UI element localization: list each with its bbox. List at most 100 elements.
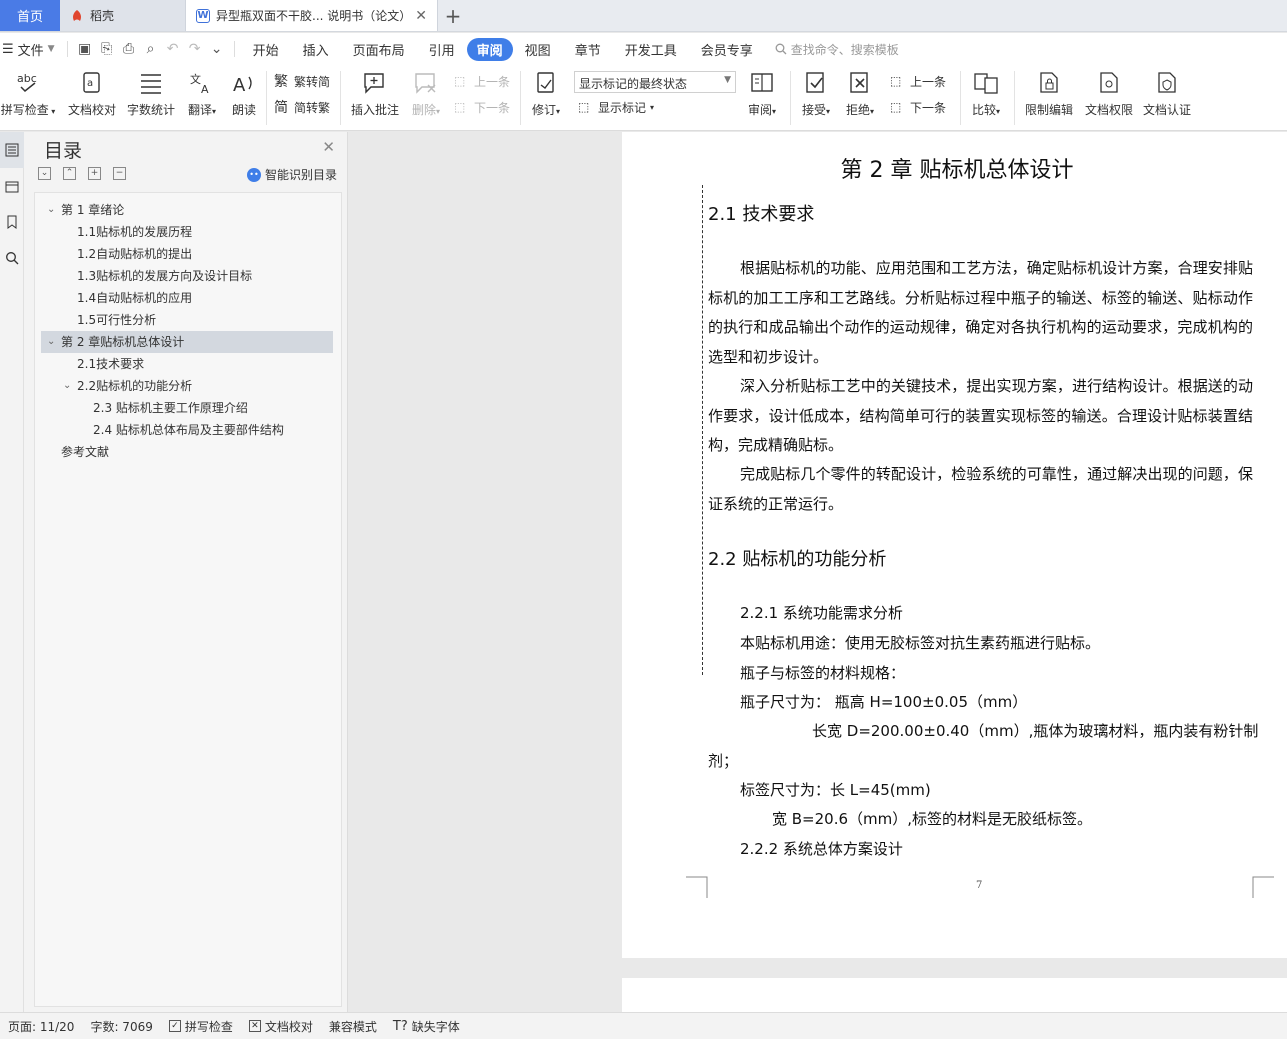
divider	[790, 71, 791, 125]
redo-icon[interactable]: ↷	[184, 41, 206, 57]
chevron-down-icon[interactable]: ⌄	[47, 331, 55, 353]
toc-item[interactable]: 1.2自动贴标机的提出	[35, 243, 341, 265]
markup-state-select[interactable]: 显示标记的最终状态 ▼	[574, 71, 736, 93]
menu-page-layout[interactable]: 页面布局	[341, 37, 417, 62]
prev-comment-button[interactable]: ⬚ 上一条	[454, 73, 510, 90]
accept-button[interactable]: 接受▾	[796, 71, 836, 118]
menu-developer[interactable]: 开发工具	[613, 37, 689, 62]
expand-all-icon[interactable]: ⌄	[38, 167, 51, 180]
next-page[interactable]	[622, 978, 1287, 1012]
page-indicator[interactable]: 页面: 11/20	[0, 1018, 82, 1035]
divider	[520, 71, 521, 125]
remove-level-icon[interactable]: −	[113, 167, 126, 180]
lock-doc-icon	[1040, 72, 1058, 93]
document-page[interactable]: 第 2 章 贴标机总体设计 2.1 技术要求 根据贴标机的功能、应用范围和工艺方…	[622, 132, 1287, 958]
print-icon[interactable]: ⎙	[118, 41, 140, 57]
spellcheck-button[interactable]: abc 拼写检查 ▾	[0, 71, 56, 118]
status-bar: 页面: 11/20 字数: 7069 ✓ 拼写检查 ✕ 文档校对 兼容模式 T?…	[0, 1012, 1287, 1039]
prev-change-button[interactable]: ⬚ 上一条	[890, 73, 946, 90]
divider	[233, 41, 235, 57]
show-markup-button[interactable]: ⬚ 显示标记 ▾	[578, 99, 654, 116]
translate-button[interactable]: 文A 翻译▾	[184, 71, 220, 118]
restrict-edit-button[interactable]: 限制编辑	[1022, 71, 1076, 118]
toc-item-active[interactable]: ⌄ 第 2 章贴标机总体设计	[41, 331, 333, 353]
spellcheck-status[interactable]: ✓ 拼写检查	[161, 1018, 241, 1035]
export-icon[interactable]: ⎘	[96, 41, 118, 57]
toc-item[interactable]: ⌄ 第 1 章绪论	[35, 199, 341, 221]
doc-permission-button[interactable]: 文档权限	[1082, 71, 1136, 118]
toc-item[interactable]: 1.4自动贴标机的应用	[35, 287, 341, 309]
toc-item[interactable]: 1.5可行性分析	[35, 309, 341, 331]
reject-button[interactable]: 拒绝▾	[840, 71, 880, 118]
next-change-button[interactable]: ⬚ 下一条	[890, 99, 946, 116]
bookmark-button[interactable]	[0, 204, 24, 240]
delete-comment-button[interactable]: 删除▾	[406, 71, 446, 118]
to-simplified-button[interactable]: 简 简转繁	[274, 99, 330, 116]
toc-item[interactable]: 1.1贴标机的发展历程	[35, 221, 341, 243]
toc-item-label: 2.1技术要求	[77, 357, 145, 371]
collapse-all-icon[interactable]: ⌃	[63, 167, 76, 180]
proof-status[interactable]: ✕ 文档校对	[241, 1018, 321, 1035]
close-icon[interactable]: ✕	[415, 8, 427, 24]
toc-item[interactable]: ⌄ 2.2贴标机的功能分析	[35, 375, 341, 397]
toc-panel-button[interactable]	[0, 132, 24, 168]
smart-toc-button[interactable]: •• 智能识别目录	[246, 166, 337, 183]
hamburger-icon: ☰	[2, 41, 14, 57]
save-icon[interactable]: ▣	[74, 41, 96, 57]
new-tab-button[interactable]: +	[438, 0, 468, 31]
insert-comment-button[interactable]: 插入批注	[348, 71, 402, 118]
toc-item[interactable]: 1.3贴标机的发展方向及设计目标	[35, 265, 341, 287]
menu-references[interactable]: 引用	[417, 37, 467, 62]
toc-item[interactable]: 2.3 贴标机主要工作原理介绍	[35, 397, 341, 419]
prev-label: 上一条	[474, 75, 511, 89]
next-change-icon: ⬚	[890, 99, 902, 114]
toc-item[interactable]: 2.4 贴标机总体布局及主要部件结构	[35, 419, 341, 441]
menu-start[interactable]: 开始	[241, 37, 291, 62]
close-icon[interactable]: ✕	[322, 138, 335, 156]
file-menu[interactable]: ☰ 文件 ▼	[0, 40, 61, 59]
doc-proof-button[interactable]: a 文档校对	[66, 71, 118, 118]
chapter-heading: 第 2 章 贴标机总体设计	[840, 158, 1074, 183]
tab-home[interactable]: 首页	[0, 0, 60, 31]
restrict-edit-label: 限制编辑	[1024, 103, 1073, 117]
word-count-button[interactable]: 字数统计	[124, 71, 178, 118]
menu-view[interactable]: 视图	[513, 37, 563, 62]
accept-label: 接受	[801, 103, 826, 117]
spellcheck-status-label: 拼写检查	[184, 1019, 233, 1034]
nav-pane-button[interactable]	[0, 168, 24, 204]
customize-icon[interactable]: ⌄	[206, 41, 228, 57]
chevron-down-icon[interactable]: ⌄	[63, 375, 71, 397]
chevron-down-icon[interactable]: ⌄	[47, 199, 55, 221]
missing-font[interactable]: T? 缺失字体	[385, 1018, 468, 1035]
document-canvas[interactable]: 第 2 章 贴标机总体设计 2.1 技术要求 根据贴标机的功能、应用范围和工艺方…	[349, 132, 1287, 1012]
toc-item[interactable]: 2.1技术要求	[35, 353, 341, 375]
toc-title: 目录	[44, 140, 83, 162]
comment-delete-icon	[415, 73, 436, 94]
toc-item[interactable]: 参考文献	[35, 441, 341, 463]
menu-section[interactable]: 章节	[563, 37, 613, 62]
print-preview-icon[interactable]: ⌕	[140, 41, 162, 57]
to-traditional-button[interactable]: 繁 繁转简	[274, 73, 330, 90]
track-changes-button[interactable]: 修订▾	[526, 71, 566, 118]
menu-member[interactable]: 会员专享	[689, 37, 765, 62]
find-button[interactable]	[0, 240, 24, 276]
menu-insert[interactable]: 插入	[291, 37, 341, 62]
undo-icon[interactable]: ↶	[162, 41, 184, 57]
tab-daoke[interactable]: 稻壳	[60, 0, 186, 31]
tab-document[interactable]: W 异型瓶双面不干胶... 说明书（论文） ✕	[186, 0, 438, 31]
doc-cert-button[interactable]: 文档认证	[1140, 71, 1194, 118]
svg-text:A: A	[233, 75, 246, 95]
read-aloud-button[interactable]: A 朗读	[228, 71, 260, 118]
next-comment-button[interactable]: ⬚ 下一条	[454, 99, 510, 116]
compare-button[interactable]: 比较▾	[966, 71, 1006, 118]
text-line: 瓶子与标签的材料规格：	[740, 664, 906, 682]
word-count-indicator[interactable]: 字数: 7069	[82, 1018, 160, 1035]
proof-icon: ✕	[248, 1020, 261, 1032]
toc-item-label: 2.2贴标机的功能分析	[77, 379, 193, 393]
menu-review[interactable]: 审阅	[466, 37, 513, 61]
command-search[interactable]: 查找命令、搜索模板	[775, 41, 899, 58]
add-level-icon[interactable]: +	[88, 167, 101, 180]
nav-pane-icon	[5, 181, 19, 193]
search-placeholder: 查找命令、搜索模板	[790, 42, 899, 57]
review-pane-button[interactable]: 审阅▾	[742, 71, 782, 118]
